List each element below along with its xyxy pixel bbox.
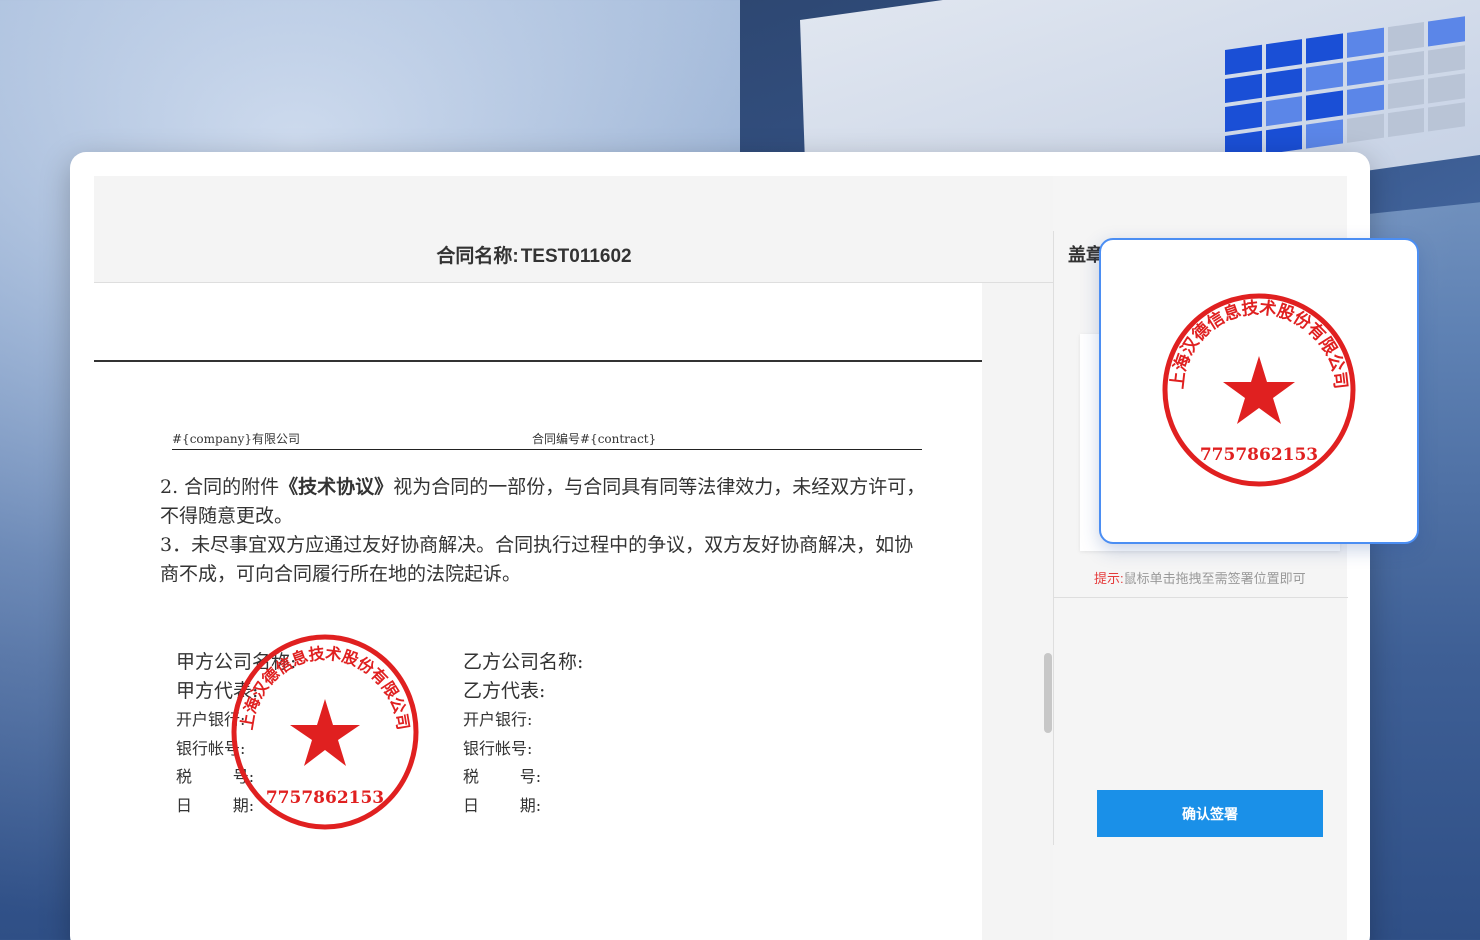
page-header-rule <box>94 360 982 362</box>
seal-preview-popup[interactable]: 上海汉德信息技术股份有限公司 7757862153 <box>1099 238 1419 544</box>
document-scrollbar[interactable] <box>1044 653 1052 733</box>
seal-preview-graphic: 上海汉德信息技术股份有限公司 7757862153 <box>1162 293 1356 487</box>
party-b-account: 银行帐号: <box>463 738 533 758</box>
party-b-block: 乙方公司名称: 乙方代表: 开户银行: 银行帐号: 税 号: 日 期: <box>463 648 583 820</box>
contract-title-value: TEST011602 <box>520 246 632 267</box>
document-page[interactable]: #{company}有限公司 合同编号#{contract} 2. 合同的附件《… <box>94 283 982 940</box>
document-scroll-gutter <box>982 283 1053 940</box>
contract-number-placeholder: 合同编号#{contract} <box>532 432 657 446</box>
document-meta-line: #{company}有限公司 合同编号#{contract} <box>172 428 922 450</box>
seal-preview[interactable]: 上海汉德信息技术股份有限公司 7757862153 <box>1161 292 1357 492</box>
seal-preview-star-icon <box>1223 356 1295 424</box>
party-b-rep: 乙方代表: <box>463 680 546 702</box>
drag-hint: 提示:鼠标单击拖拽至需签署位置即可 <box>1094 568 1306 587</box>
seal-graphic: 上海汉德信息技术股份有限公司 7757862153 <box>231 634 419 830</box>
clause-3: 3．未尽事宜双方应通过友好协商解决。合同执行过程中的争议，双方友好协商解决，如协… <box>160 534 914 585</box>
contract-clauses: 2. 合同的附件《技术协议》视为合同的一部份，与合同具有同等法律效力，未经双方许… <box>160 473 930 589</box>
placed-seal[interactable]: 上海汉德信息技术股份有限公司 7757862153 <box>230 633 420 835</box>
confirm-sign-button[interactable]: 确认签署 <box>1097 790 1323 837</box>
company-placeholder: #{company}有限公司 <box>172 432 300 446</box>
seal-preview-code-text: 7757862153 <box>1200 445 1318 465</box>
contract-title-label: 合同名称: <box>436 246 519 267</box>
annex-title: 《技术协议》 <box>279 476 394 498</box>
party-b-company: 乙方公司名称: <box>463 651 584 673</box>
hint-label: 提示: <box>1094 571 1124 586</box>
panel-divider <box>1054 597 1348 598</box>
seal-code-text: 7757862153 <box>266 788 384 808</box>
party-b-date: 日 期: <box>463 795 542 815</box>
contract-title: 合同名称: TEST011602 <box>94 241 974 268</box>
clause-2: 2. 合同的附件《技术协议》视为合同的一部份，与合同具有同等法律效力，未经双方许… <box>160 476 926 527</box>
party-b-bank: 开户银行: <box>463 710 533 729</box>
document-header: 合同名称: TEST011602 <box>94 176 1053 283</box>
party-b-tax: 税 号: <box>463 767 542 786</box>
seal-star-icon <box>290 699 360 766</box>
hint-text: 鼠标单击拖拽至需签署位置即可 <box>1123 571 1306 586</box>
